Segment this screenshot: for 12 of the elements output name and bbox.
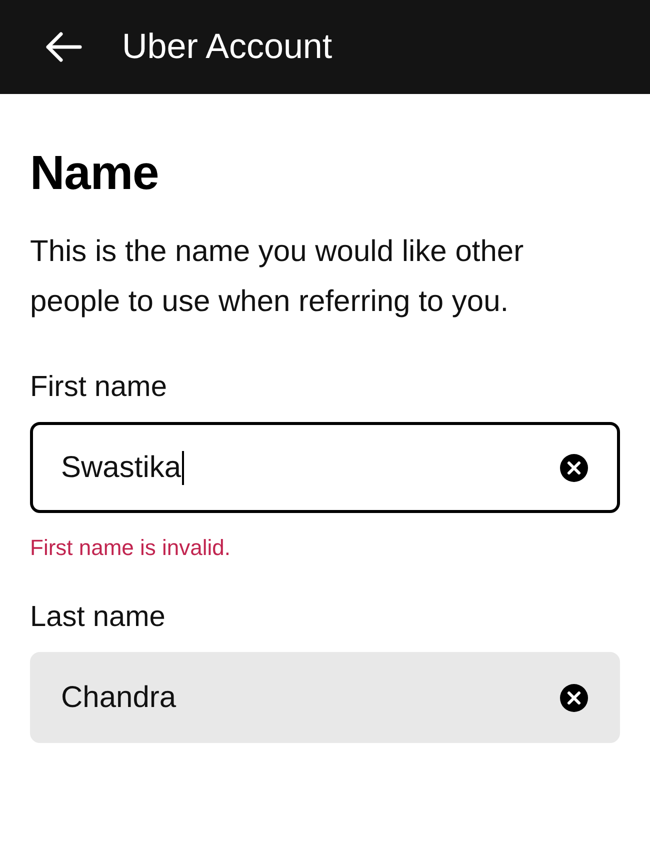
text-field[interactable]: Chandra xyxy=(30,652,620,743)
text-field[interactable]: Swastika xyxy=(30,422,620,513)
field-label: First name xyxy=(30,371,168,404)
back-arrow-icon[interactable] xyxy=(44,31,82,63)
clear-icon[interactable] xyxy=(559,682,589,712)
description-text: This is the name you would like other people to use when referring to you. xyxy=(30,234,525,320)
page-heading: Name xyxy=(30,146,160,201)
text-cursor xyxy=(182,450,184,484)
clear-icon[interactable] xyxy=(559,452,589,482)
field-label: Last name xyxy=(30,601,166,634)
error-message: First name is invalid. xyxy=(30,535,232,561)
header-title: Uber Account xyxy=(122,27,332,67)
